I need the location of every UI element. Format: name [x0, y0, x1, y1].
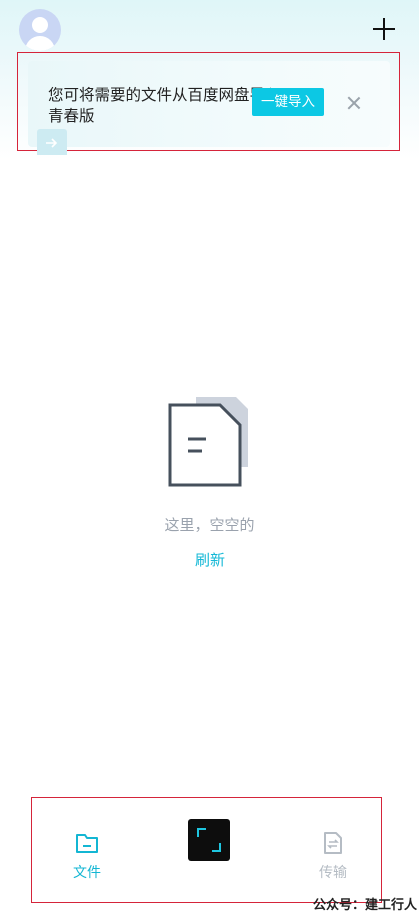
tab-files[interactable]: 文件	[70, 832, 104, 884]
user-avatar-icon[interactable]	[19, 9, 61, 51]
empty-document-icon	[168, 393, 250, 489]
folder-icon	[76, 834, 98, 853]
import-banner-highlight: 您可将需要的文件从百度网盘导入青春版	[17, 52, 400, 155]
tab-transfer[interactable]: 传输	[316, 832, 350, 884]
avatar-body	[25, 36, 55, 51]
avatar-head	[32, 17, 48, 33]
import-banner: 您可将需要的文件从百度网盘导入青春版	[28, 61, 390, 155]
empty-state-message: 这里，空空的	[164, 516, 255, 534]
tab-transfer-label: 传输	[319, 865, 347, 881]
tab-files-label: 文件	[73, 865, 101, 881]
import-document-icon	[37, 129, 67, 155]
transfer-icon	[324, 832, 342, 854]
scan-button[interactable]	[188, 819, 230, 861]
watermark-text: 公众号：建工行人	[313, 898, 418, 913]
import-button[interactable]: 一键导入	[252, 88, 324, 116]
refresh-link[interactable]: 刷新	[180, 549, 240, 570]
close-icon[interactable]	[346, 95, 362, 111]
scan-icon	[197, 828, 221, 852]
add-button[interactable]	[372, 17, 396, 41]
